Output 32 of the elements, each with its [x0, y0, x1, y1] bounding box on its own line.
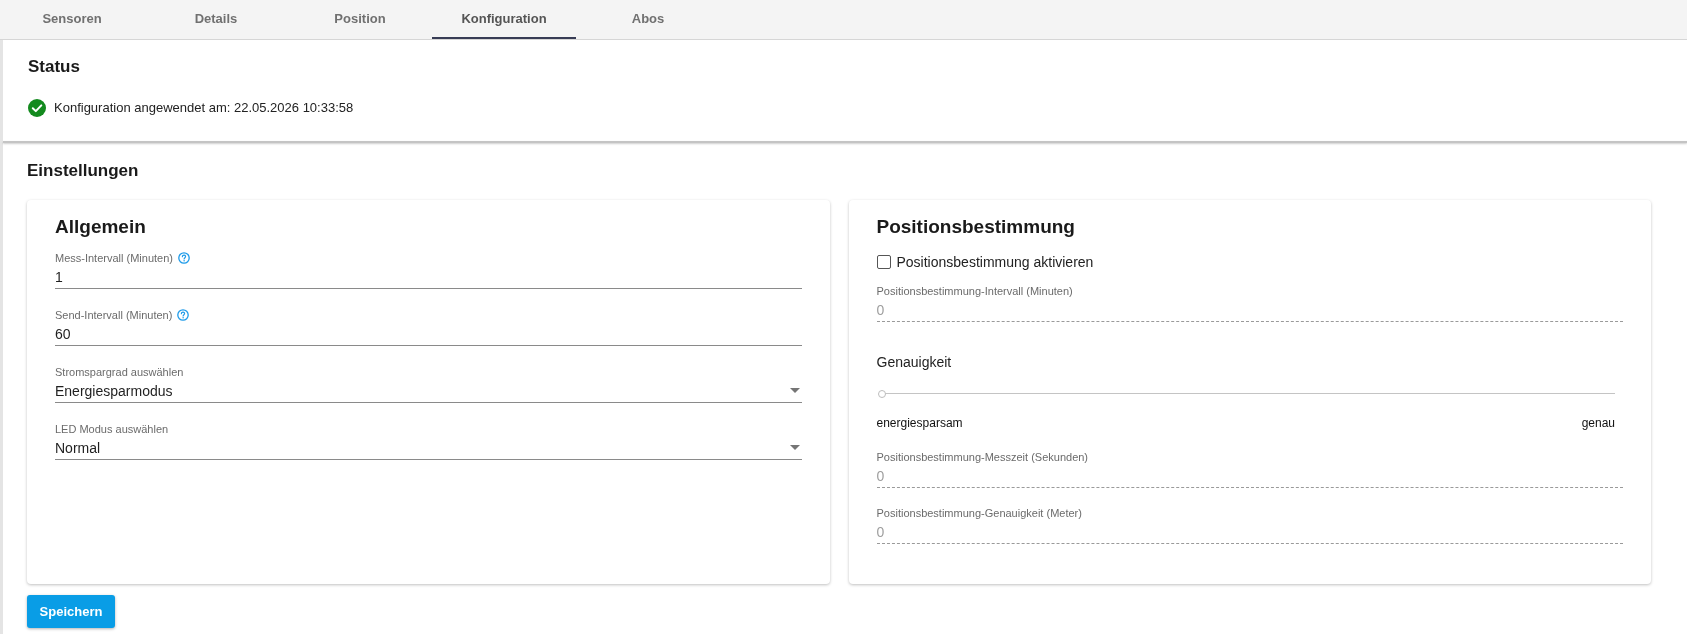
caret-down-icon	[789, 388, 800, 393]
field-label: LED Modus auswählen	[55, 422, 169, 436]
select-field[interactable]: Energiesparmodus	[55, 379, 802, 403]
card-title: Allgemein	[55, 215, 147, 239]
select-field[interactable]: Normal	[55, 436, 802, 460]
input-field[interactable]: 60	[55, 322, 802, 346]
card-title: Positionsbestimmung	[876, 215, 1076, 239]
section-title: Einstellungen	[27, 160, 140, 182]
tab[interactable]: Sensoren	[0, 0, 144, 39]
field-label: Mess-Intervall (Minuten)	[55, 251, 173, 265]
help-icon[interactable]	[177, 309, 190, 321]
field-label: Positionsbestimmung-Genauigkeit (Meter)	[876, 506, 1082, 520]
save-button[interactable]: Speichern	[27, 595, 115, 628]
slider-title: Genauigkeit	[876, 353, 953, 372]
field-label: Positionsbestimmung-Intervall (Minuten)	[876, 284, 1073, 298]
tab[interactable]: Details	[144, 0, 288, 39]
tab[interactable]: Konfiguration	[432, 0, 576, 39]
tab[interactable]: Abos	[576, 0, 720, 39]
caret-down-icon	[789, 445, 800, 450]
checkbox[interactable]	[876, 255, 891, 269]
check-circle-icon	[28, 99, 46, 117]
field-label: Stromspargrad auswählen	[55, 365, 184, 379]
help-icon[interactable]	[178, 252, 190, 264]
slider-max-label: genau	[1581, 415, 1615, 431]
section-title: Status	[28, 56, 81, 78]
slider-min-label: energiesparsam	[876, 415, 963, 431]
tab[interactable]: Position	[288, 0, 432, 39]
field-label: Positionsbestimmung-Messzeit (Sekunden)	[876, 450, 1089, 464]
input-field[interactable]: 1	[55, 265, 802, 289]
field-label: Send-Intervall (Minuten)	[55, 308, 173, 322]
checkbox-label: Positionsbestimmung aktivieren	[896, 253, 1094, 272]
status-message: Konfiguration angewendet am: 22.05.2026 10:33:58	[54, 99, 354, 117]
